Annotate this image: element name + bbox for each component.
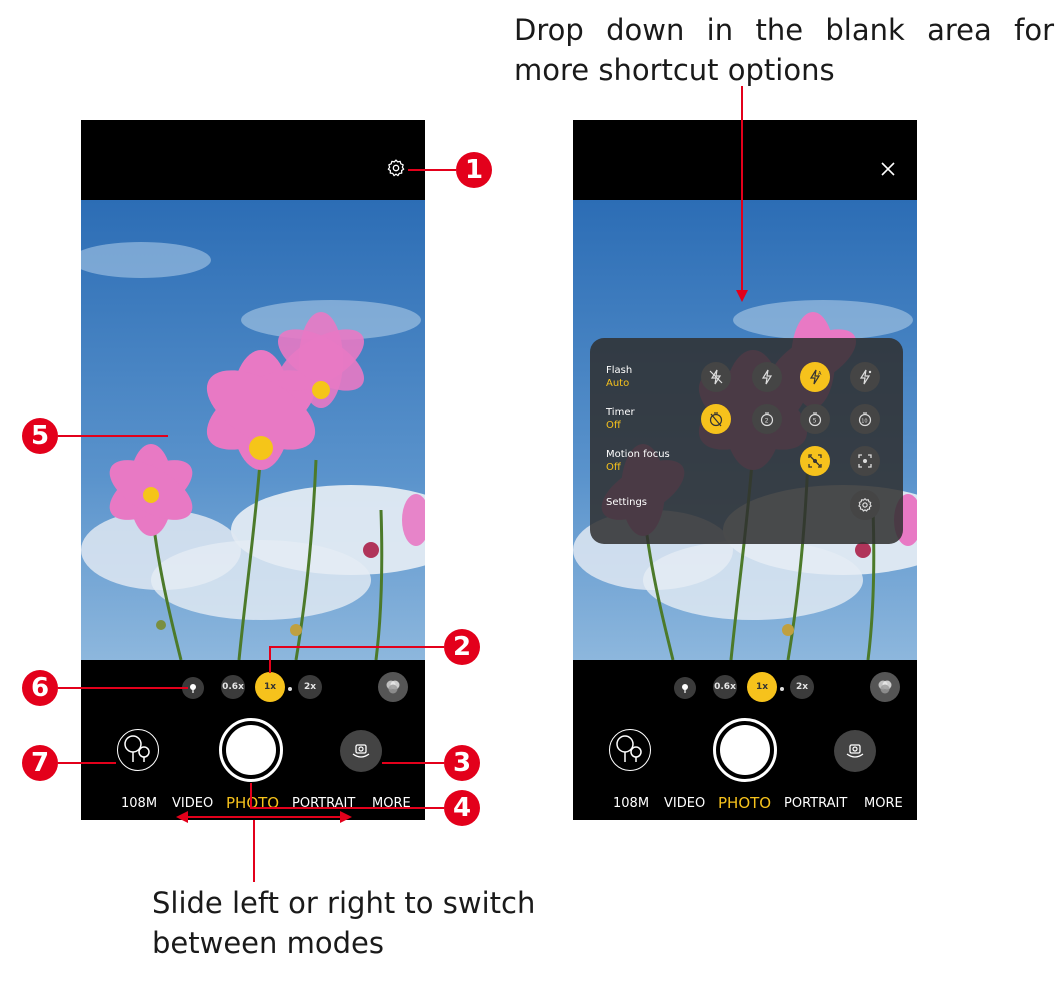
mode-arrow-head-left bbox=[176, 811, 188, 823]
mode-arrow-head-right bbox=[340, 811, 352, 823]
callout-badge-2: 2 bbox=[444, 629, 480, 665]
callout-badge-7: 7 bbox=[22, 745, 58, 781]
callout-badge-4: 4 bbox=[444, 790, 480, 826]
caption-arrow-head-down bbox=[736, 290, 748, 302]
callout-badge-3: 3 bbox=[444, 745, 480, 781]
callout-badge-1: 1 bbox=[456, 152, 492, 188]
callout-line-4 bbox=[250, 783, 444, 809]
callout-badge-6: 6 bbox=[22, 670, 58, 706]
callout-badge-5: 5 bbox=[22, 418, 58, 454]
callout-lines-overlay bbox=[58, 86, 748, 882]
callout-line-2 bbox=[269, 646, 444, 673]
